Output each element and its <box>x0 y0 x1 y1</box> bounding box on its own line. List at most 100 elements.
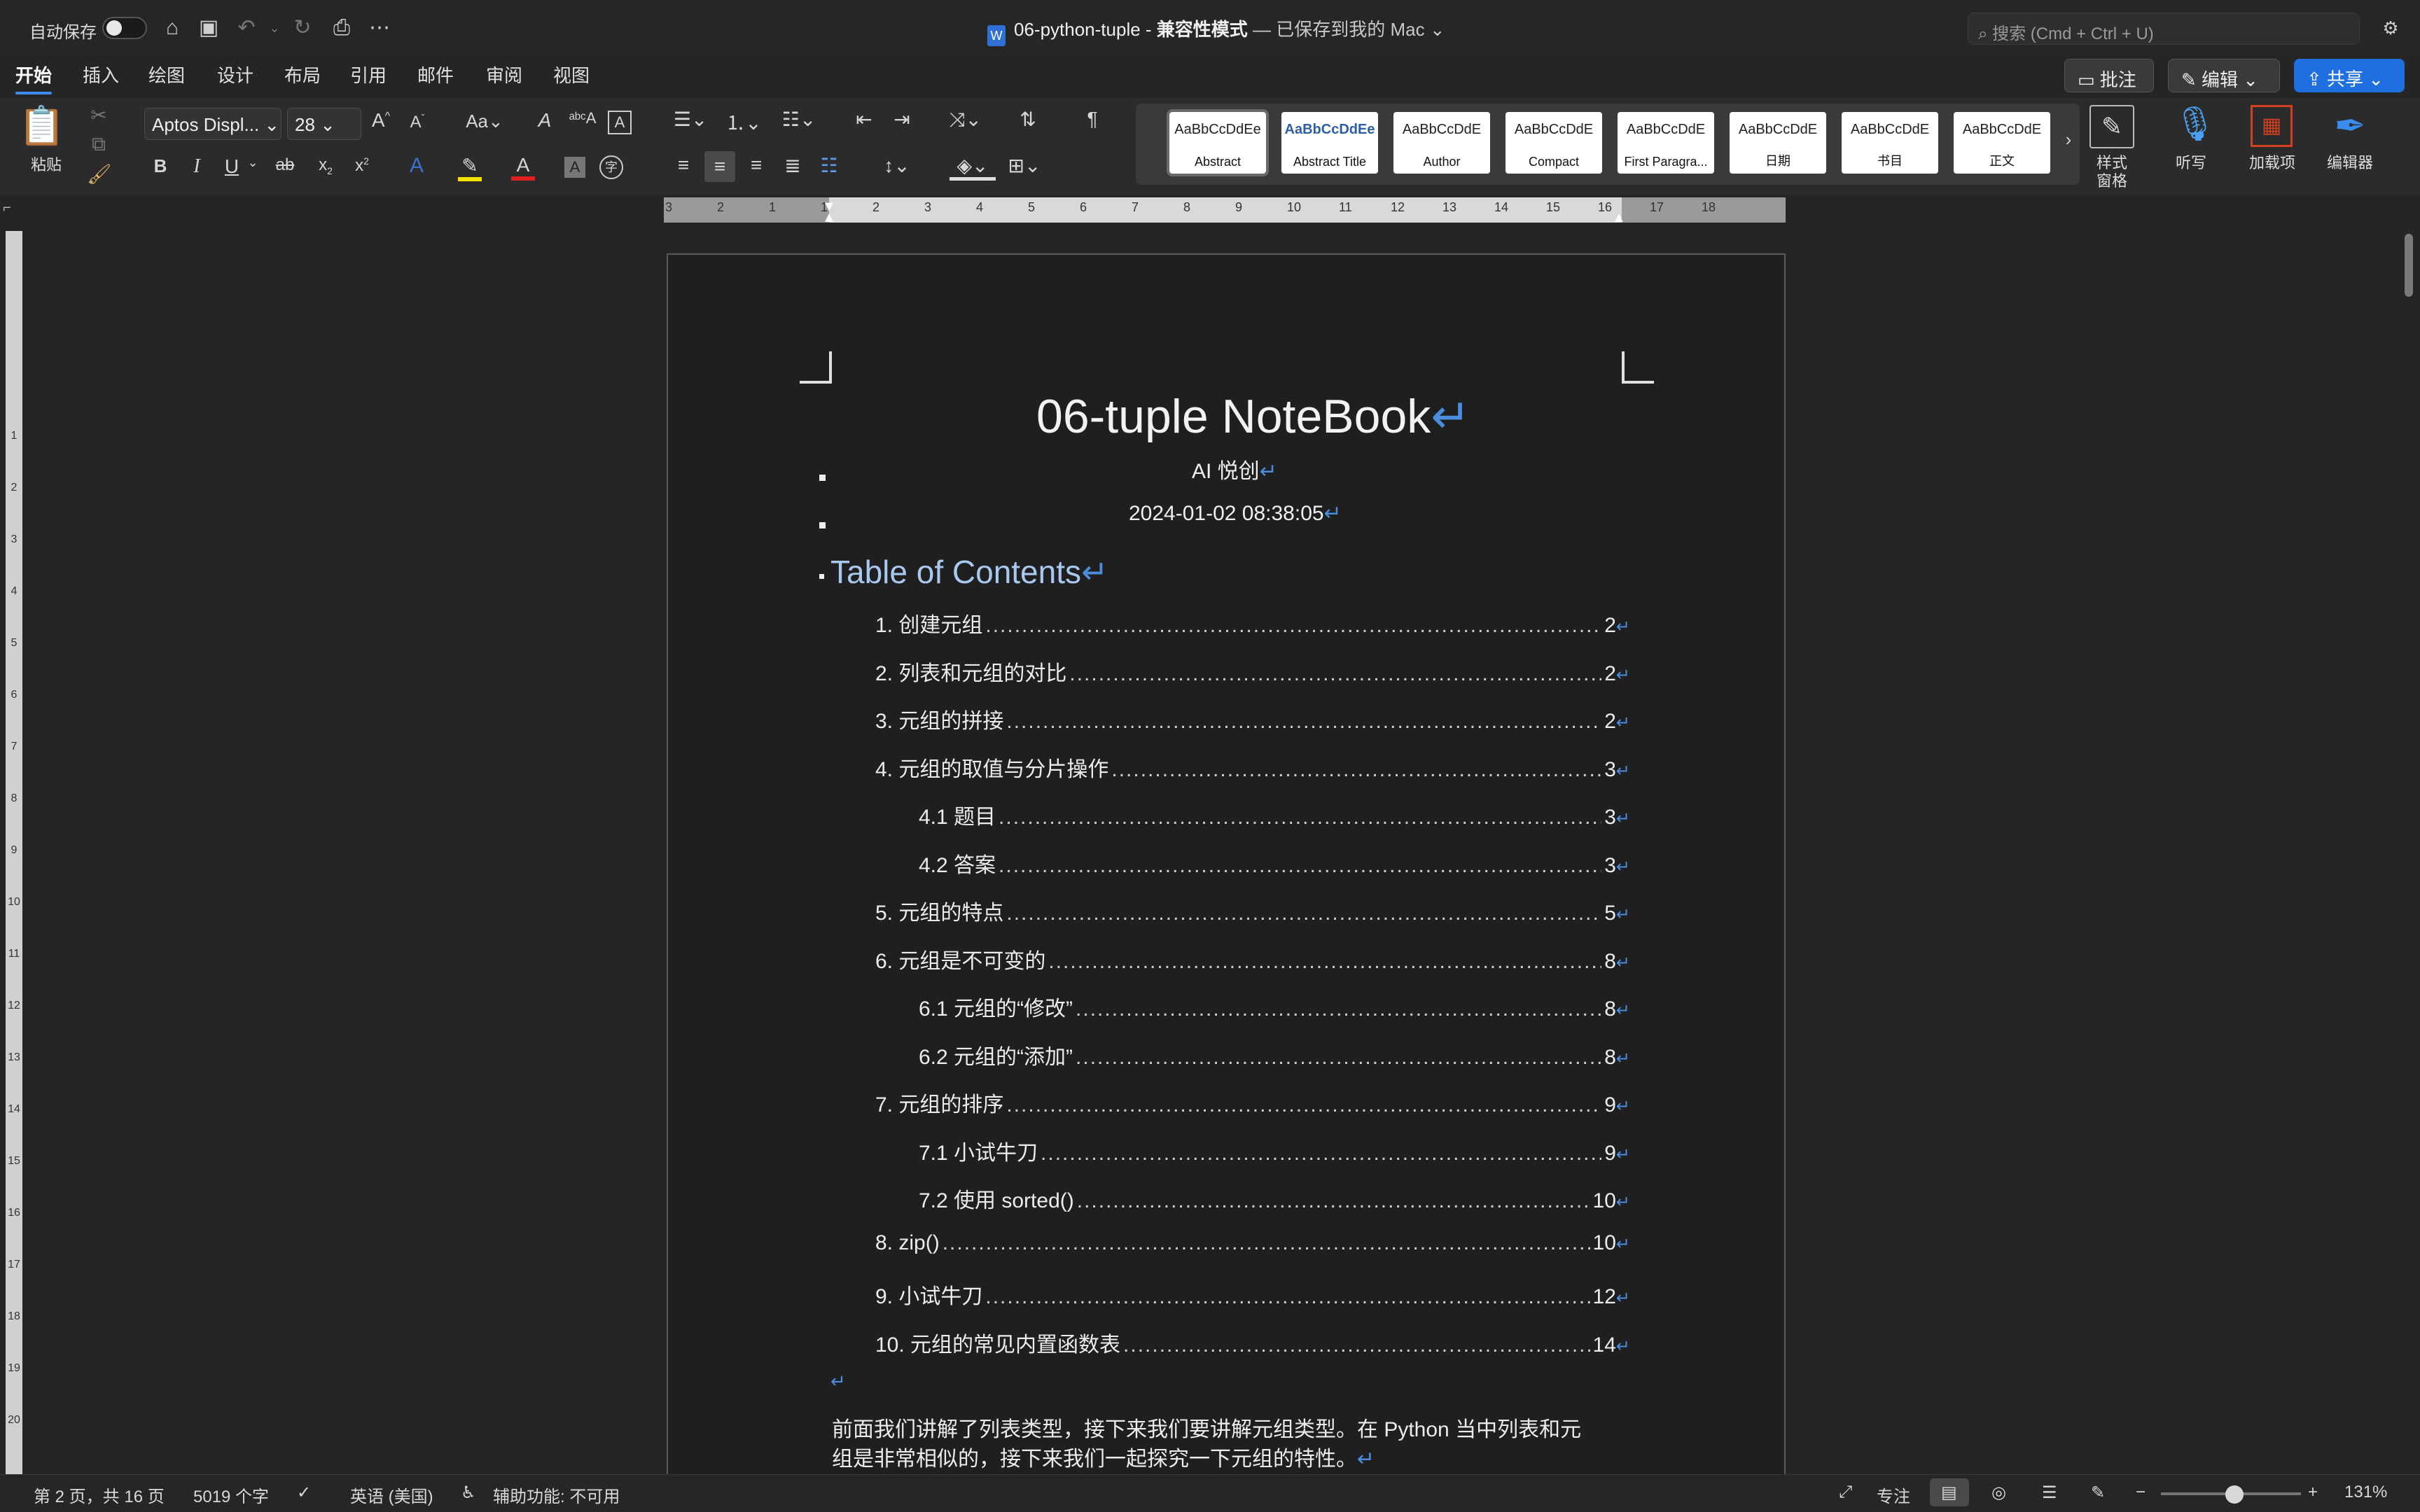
style-abstract-title[interactable]: AaBbCcDdEe Abstract Title <box>1281 112 1378 174</box>
zoom-out-button[interactable]: − <box>2136 1483 2146 1502</box>
editor-label[interactable]: 编辑器 <box>2322 154 2378 172</box>
style-date[interactable]: AaBbCcDdE 日期 <box>1730 112 1826 174</box>
toc-entry[interactable]: 10. 元组的常见内置函数表 14↵ <box>875 1327 1630 1357</box>
body-paragraph[interactable]: 前面我们讲解了列表类型，接下来我们要讲解元组类型。在 Python 当中列表和元… <box>832 1415 1623 1474</box>
enclose-characters-icon[interactable]: 字 <box>599 155 623 179</box>
font-size-select[interactable]: 28 ⌄ <box>287 108 361 140</box>
outline-view-icon[interactable]: ☰ <box>2042 1483 2057 1503</box>
style-body-text[interactable]: AaBbCcDdE 正文 <box>1954 112 2050 174</box>
focus-label[interactable]: 专注 <box>1877 1483 1910 1507</box>
paste-icon[interactable]: 📋 <box>18 105 65 147</box>
tab-mailings[interactable]: 邮件 <box>417 62 454 88</box>
grow-font-icon[interactable]: A^ <box>368 109 394 132</box>
multilevel-list-icon[interactable]: ☷⌄ <box>776 108 822 131</box>
right-indent-marker[interactable]: ▲ <box>1612 210 1626 226</box>
document-title[interactable]: W 06-python-tuple - 兼容性模式 — 已保存到我的 Mac ⌄ <box>987 15 1445 46</box>
editor-icon[interactable]: ✒ <box>2329 104 2371 148</box>
style-author[interactable]: AaBbCcDdE Author <box>1393 112 1490 174</box>
style-bibliography[interactable]: AaBbCcDdE 书目 <box>1842 112 1938 174</box>
show-marks-icon[interactable]: ¶ <box>1078 108 1106 130</box>
vertical-scrollbar[interactable] <box>2405 234 2413 297</box>
line-spacing-icon[interactable]: ↕⌄ <box>874 154 920 177</box>
numbering-icon[interactable]: ⒈⌄ <box>723 108 765 136</box>
tab-layout[interactable]: 布局 <box>284 62 321 88</box>
toc-entry[interactable]: 6. 元组是不可变的 8↵ <box>875 944 1630 973</box>
word-count[interactable]: 5019 个字 <box>193 1483 269 1507</box>
font-name-select[interactable]: Aptos Displ... ⌄ <box>144 108 281 140</box>
autosave-toggle[interactable] <box>102 17 147 39</box>
shading-icon[interactable]: ◈⌄ <box>950 154 996 181</box>
draft-view-icon[interactable]: ✎ <box>2091 1483 2105 1503</box>
toc-heading[interactable]: Table of Contents↵ <box>830 553 1108 591</box>
home-icon[interactable]: ⌂ <box>158 14 186 42</box>
addins-label[interactable]: 加载项 <box>2241 154 2304 172</box>
toc-entry[interactable]: 4.2 答案 3↵ <box>919 848 1630 877</box>
gallery-next-icon[interactable]: › <box>2060 129 2077 150</box>
editing-button[interactable]: ✎ 编辑 ⌄ <box>2168 59 2280 92</box>
save-icon[interactable]: ▣ <box>195 14 223 42</box>
style-compact[interactable]: AaBbCcDdE Compact <box>1505 112 1602 174</box>
toc-entry[interactable]: 6.2 元组的“添加” 8↵ <box>919 1040 1630 1069</box>
tab-stop-selector[interactable]: ⌐ <box>3 200 18 216</box>
tab-design[interactable]: 设计 <box>217 62 253 88</box>
tab-home[interactable]: 开始 <box>15 62 53 94</box>
proofing-icon[interactable]: ✓ <box>297 1483 311 1503</box>
hanging-indent-marker[interactable]: ▲ <box>822 210 836 226</box>
language-indicator[interactable]: 英语 (美国) <box>350 1483 433 1507</box>
copy-icon[interactable]: ⧉ <box>88 133 109 156</box>
text-effects-icon[interactable]: A <box>405 154 429 178</box>
toc-entry[interactable]: 2. 列表和元组的对比 2↵ <box>875 656 1630 685</box>
phonetic-guide-icon[interactable]: ᵃᵇᶜA <box>569 109 597 127</box>
underline-button[interactable]: U <box>223 155 241 178</box>
character-border-icon[interactable]: A <box>608 111 632 134</box>
document-title-heading[interactable]: 06-tuple NoteBook↵ <box>1036 389 1470 444</box>
format-painter-icon[interactable]: 🖌 <box>87 162 112 186</box>
page-count[interactable]: 第 2 页，共 16 页 <box>34 1483 165 1507</box>
change-case-icon[interactable]: Aa⌄ <box>462 111 507 132</box>
undo-icon[interactable]: ↶ <box>232 14 260 42</box>
tab-references[interactable]: 引用 <box>350 62 387 88</box>
comments-button[interactable]: ▭ 批注 <box>2064 59 2154 92</box>
chinese-layout-icon[interactable]: ⤨⌄ <box>943 108 989 132</box>
tab-view[interactable]: 视图 <box>553 62 590 88</box>
shrink-font-icon[interactable]: Aˇ <box>405 112 430 132</box>
subscript-button[interactable]: x2 <box>315 155 336 176</box>
tab-review[interactable]: 审阅 <box>486 62 522 88</box>
zoom-slider-thumb[interactable] <box>2225 1485 2244 1504</box>
toc-entry[interactable]: 5. 元组的特点 5↵ <box>875 895 1630 925</box>
toc-entry[interactable]: 4.1 题目 3↵ <box>919 799 1630 829</box>
align-center-icon[interactable]: ≡ <box>704 151 735 182</box>
distributed-icon[interactable]: ☷ <box>815 154 843 177</box>
toc-entry[interactable]: 7.2 使用 sorted() 10↵ <box>919 1183 1630 1212</box>
bold-button[interactable]: B <box>151 155 169 177</box>
toc-entry[interactable]: 3. 元组的拼接 2↵ <box>875 704 1630 733</box>
tab-insert[interactable]: 插入 <box>83 62 119 88</box>
styles-pane-label[interactable]: 样式 窗格 <box>2084 154 2140 190</box>
tab-draw[interactable]: 绘图 <box>148 62 185 88</box>
microphone-icon[interactable]: 🎙 <box>2174 104 2216 144</box>
toc-entry[interactable]: 6.1 元组的“修改” 8↵ <box>919 991 1630 1021</box>
addins-icon[interactable]: ▦ <box>2251 105 2293 147</box>
document-date[interactable]: 2024-01-02 08:38:05↵ <box>1129 501 1342 526</box>
web-layout-icon[interactable]: ◎ <box>1991 1483 2006 1503</box>
style-first-paragraph[interactable]: AaBbCcDdE First Paragra... <box>1618 112 1714 174</box>
font-color-icon[interactable]: A <box>511 154 535 181</box>
toc-entry[interactable]: 8. zip() 10↵ <box>875 1231 1630 1259</box>
sort-icon[interactable]: ⇅ <box>1014 108 1042 131</box>
share-button[interactable]: ⇪ 共享 ⌄ <box>2294 59 2405 92</box>
redo-icon[interactable]: ↻ <box>288 14 317 42</box>
toc-entry[interactable]: 7. 元组的排序 9↵ <box>875 1087 1630 1116</box>
account-icon[interactable]: ⚙ <box>2377 14 2405 42</box>
align-left-icon[interactable]: ≡ <box>669 154 697 176</box>
more-icon[interactable]: ⋯ <box>366 14 394 42</box>
borders-icon[interactable]: ⊞⌄ <box>1000 154 1049 177</box>
document-author[interactable]: AI 悦创↵ <box>1192 454 1277 484</box>
chevron-down-icon[interactable]: ⌄ <box>245 155 260 170</box>
italic-button[interactable]: I <box>188 155 206 178</box>
search-input[interactable]: ⌕ 搜索 (Cmd + Ctrl + U) <box>1968 13 2360 45</box>
align-right-icon[interactable]: ≡ <box>742 154 770 176</box>
clear-formatting-icon[interactable]: A <box>532 109 557 132</box>
superscript-button[interactable]: x2 <box>352 155 373 176</box>
focus-icon[interactable]: ⤢ <box>1839 1483 1852 1502</box>
undo-dropdown-icon[interactable]: ⌄ <box>260 14 288 42</box>
